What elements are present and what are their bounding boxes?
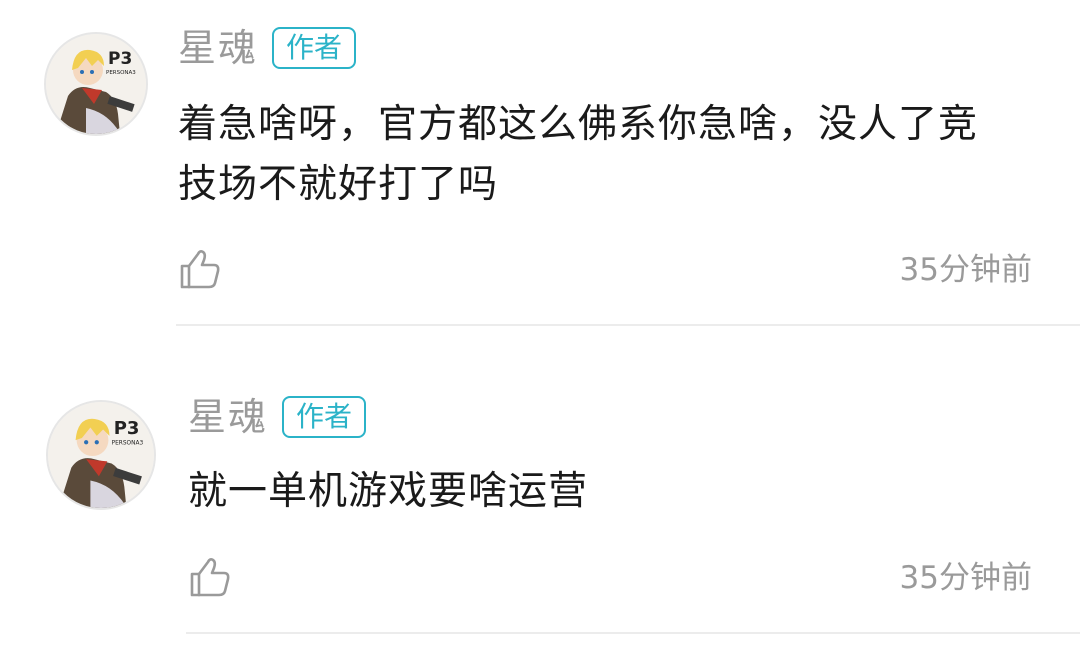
thumbs-up-icon [190,558,230,597]
comment-text-line: 技场不就好打了吗 [178,162,499,207]
timestamp: 35分钟前 [899,560,1032,596]
author-row: 星魂 作者 [188,393,367,441]
comment-text-line: 着急啥呀，官方都这么佛系你急啥，没人了竞 [178,102,979,147]
author-name[interactable]: 星魂 [178,24,258,72]
like-button[interactable] [186,553,234,601]
svg-text:PERSONA3: PERSONA3 [106,70,136,76]
thumbs-up-icon [180,250,220,289]
author-badge: 作者 [272,27,357,69]
divider [186,632,1080,634]
author-row: 星魂 作者 [178,24,357,72]
comment-text-line: 就一单机游戏要啥运营 [188,469,589,514]
comment-text: 着急啥呀，官方都这么佛系你急啥，没人了竞 技场不就好打了吗 [178,95,1038,215]
persona3-character-avatar-icon: P3 PERSONA3 [46,34,146,134]
author-badge: 作者 [282,396,367,438]
comment-text: 就一单机游戏要啥运营 [188,462,1038,522]
svg-text:P3: P3 [114,418,140,439]
svg-text:PERSONA3: PERSONA3 [112,440,144,446]
like-button[interactable] [176,245,224,293]
svg-text:P3: P3 [108,49,132,69]
persona3-character-avatar-icon: P3 PERSONA3 [48,402,154,508]
timestamp: 35分钟前 [899,252,1032,288]
comment-item: P3 PERSONA3 星魂 作者 就一单机游戏要啥运营 35分钟前 [0,370,1080,649]
avatar[interactable]: P3 PERSONA3 [44,32,148,136]
divider [176,324,1080,326]
comment-item: P3 PERSONA3 星魂 作者 着急啥呀，官方都这么佛系你急啥，没人了竞 技… [0,0,1080,326]
avatar[interactable]: P3 PERSONA3 [46,400,156,510]
author-name[interactable]: 星魂 [188,393,268,441]
